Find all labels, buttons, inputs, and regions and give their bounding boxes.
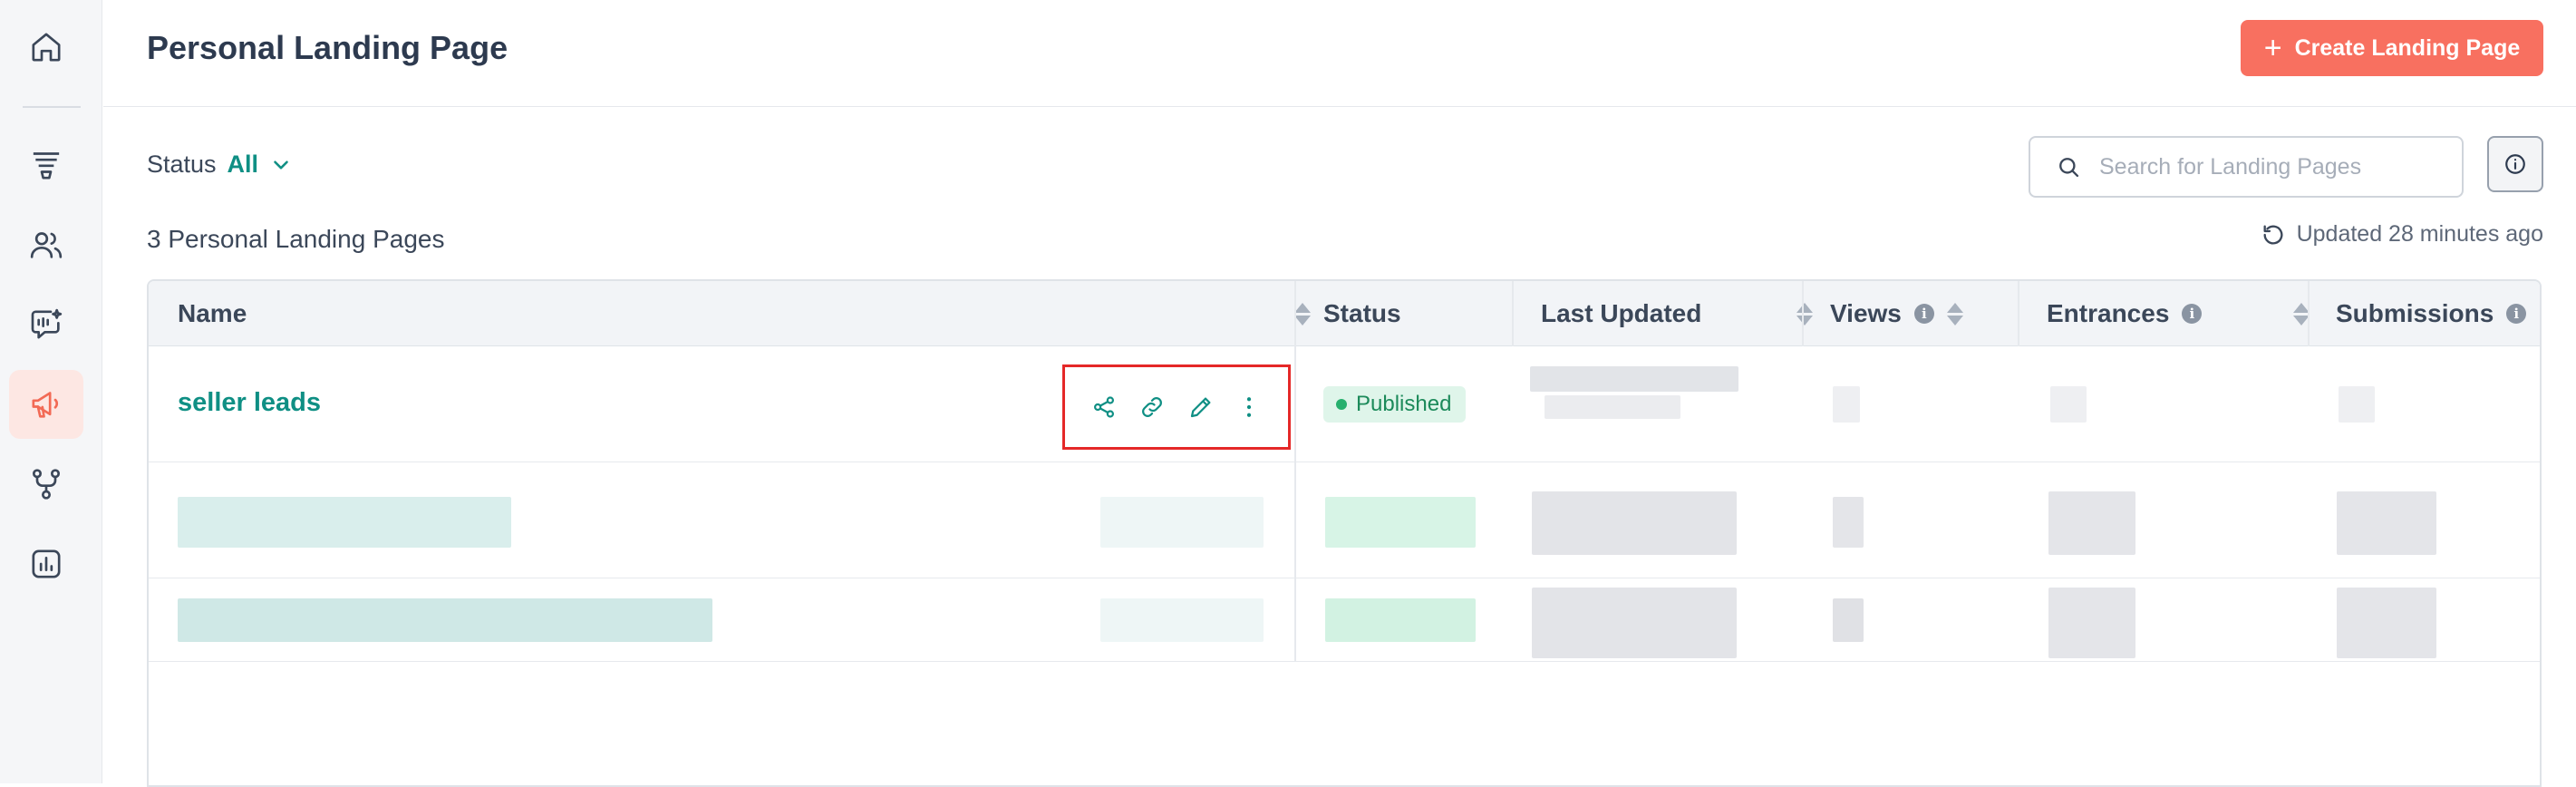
blurred-cell	[1530, 366, 1738, 392]
blurred-cell	[2048, 491, 2135, 555]
create-landing-page-button[interactable]: + Create Landing Page	[2241, 20, 2543, 76]
column-label-views: Views	[1830, 299, 1902, 327]
share-icon[interactable]	[1089, 392, 1119, 423]
sidebar-item-funnel[interactable]	[9, 131, 83, 199]
sidebar-divider	[23, 106, 81, 108]
search-box[interactable]	[2029, 136, 2464, 198]
home-icon	[32, 33, 61, 62]
blurred-cell	[2337, 491, 2436, 555]
megaphone-icon	[32, 392, 59, 418]
status-filter-label: Status	[147, 151, 217, 178]
blurred-cell	[1833, 386, 1860, 423]
chart-icon	[32, 549, 61, 578]
sidebar	[0, 0, 102, 783]
search-input[interactable]	[2099, 153, 2444, 180]
topbar: Personal Landing Page + Create Landing P…	[103, 0, 2576, 107]
status-badge: Published	[1323, 386, 1467, 423]
column-divider	[1512, 281, 1514, 346]
sidebar-item-home[interactable]	[9, 13, 83, 82]
column-header-views[interactable]: Views i	[1830, 281, 2020, 346]
blurred-cell	[2048, 588, 2135, 658]
info-icon[interactable]: i	[1913, 304, 1934, 324]
column-header-status[interactable]: Status	[1323, 281, 1401, 346]
users-icon	[30, 232, 63, 258]
landing-page-count: 3 Personal Landing Pages	[147, 225, 445, 253]
column-header-entrances[interactable]: Entrances i	[2047, 281, 2310, 346]
table-row[interactable]: seller leads Published	[149, 346, 2540, 462]
entrances-header-group: Entrances i	[2047, 299, 2203, 328]
funnel-icon	[33, 152, 60, 180]
sort-icon[interactable]	[1796, 302, 1813, 325]
row-actions-highlight	[1062, 364, 1291, 450]
sidebar-item-reports[interactable]	[9, 530, 83, 598]
info-icon	[2505, 154, 2525, 174]
status-dot	[1336, 399, 1347, 410]
link-icon[interactable]	[1137, 392, 1167, 423]
blurred-cell	[2050, 386, 2087, 423]
column-label-submissions: Submissions	[2336, 299, 2494, 327]
column-label-last-updated: Last Updated	[1541, 299, 1702, 327]
column-divider	[2018, 281, 2019, 346]
table-row[interactable]	[149, 462, 2540, 578]
sidebar-item-users[interactable]	[9, 210, 83, 279]
sidebar-item-workflows[interactable]	[9, 450, 83, 519]
blurred-cell	[1325, 497, 1476, 548]
column-divider	[2308, 281, 2310, 346]
column-label-entrances: Entrances	[2047, 299, 2170, 327]
blurred-cell	[1833, 497, 1864, 548]
blurred-cell	[2337, 588, 2436, 658]
status-filter-value: All	[227, 151, 259, 178]
blurred-cell	[1325, 598, 1476, 642]
column-label-status: Status	[1323, 299, 1401, 327]
more-options-icon[interactable]	[1234, 392, 1264, 423]
landing-page-name-link[interactable]: seller leads	[178, 388, 321, 418]
blurred-cell	[1833, 598, 1864, 642]
branch-icon	[32, 469, 61, 500]
plus-icon: +	[2263, 31, 2282, 65]
info-button[interactable]	[2487, 136, 2543, 192]
search-icon	[2059, 158, 2079, 178]
blurred-cell	[1100, 497, 1264, 548]
blurred-cell	[1532, 588, 1737, 658]
sidebar-item-landing-pages[interactable]	[9, 370, 83, 439]
edit-icon[interactable]	[1186, 392, 1216, 423]
blurred-cell	[178, 598, 712, 642]
table-header: Name Status Last Updated Views i Entranc…	[149, 281, 2540, 346]
chevron-down-icon	[274, 160, 288, 170]
page-title: Personal Landing Page	[147, 29, 508, 66]
column-divider	[1802, 281, 1804, 346]
column-header-name[interactable]: Name	[178, 281, 1329, 346]
table-row[interactable]	[149, 578, 2540, 662]
blurred-cell	[178, 497, 511, 548]
updated-status[interactable]: Updated 28 minutes ago	[2261, 221, 2543, 248]
main-content: Personal Landing Page + Create Landing P…	[103, 0, 2576, 787]
create-button-label: Create Landing Page	[2294, 34, 2521, 61]
column-label-name: Name	[178, 299, 247, 327]
updated-label: Updated 28 minutes ago	[2296, 221, 2543, 247]
sidebar-item-ai-chat[interactable]	[9, 290, 83, 359]
column-header-last-updated[interactable]: Last Updated	[1541, 281, 1813, 346]
info-icon[interactable]: i	[2506, 304, 2527, 324]
blurred-cell	[1532, 491, 1737, 555]
status-badge-label: Published	[1356, 392, 1452, 416]
refresh-icon[interactable]	[2261, 222, 2286, 248]
info-icon[interactable]: i	[2182, 304, 2203, 324]
sort-icon[interactable]	[1294, 302, 1311, 325]
ai-chat-icon	[31, 308, 63, 339]
landing-pages-table: Name Status Last Updated Views i Entranc…	[147, 279, 2542, 787]
column-header-submissions[interactable]: Submissions i	[2336, 281, 2527, 346]
sort-icon[interactable]	[1946, 302, 1963, 325]
blurred-cell	[2339, 386, 2375, 423]
status-filter[interactable]: Status All	[147, 151, 293, 179]
blurred-cell	[1545, 395, 1680, 419]
blurred-cell	[1100, 598, 1264, 642]
